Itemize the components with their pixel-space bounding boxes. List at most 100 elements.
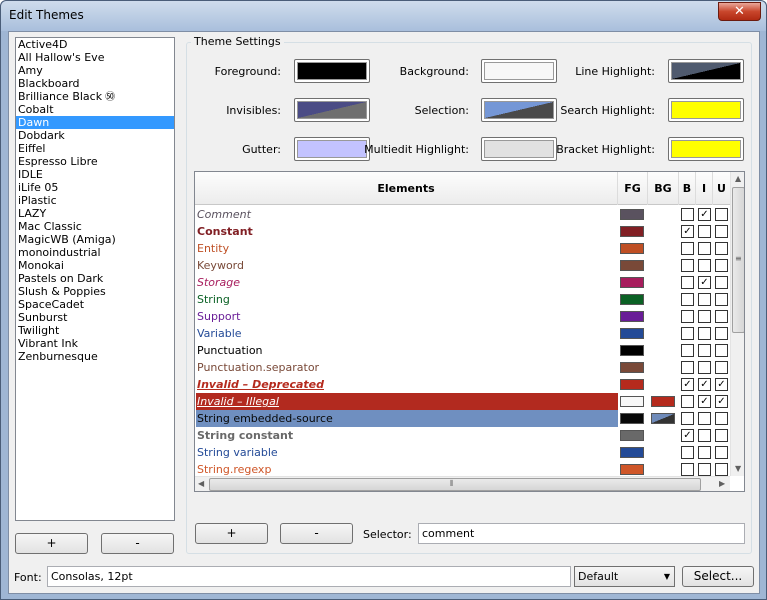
underline-checkbox[interactable]: ✓ (715, 395, 728, 408)
header-fg[interactable]: FG (618, 172, 648, 205)
fg-color-swatch[interactable] (620, 430, 644, 441)
horizontal-scroll-thumb[interactable]: ⦀ (209, 478, 701, 491)
table-row[interactable]: Invalid – Illegal ✓ ✓ (195, 393, 730, 410)
table-row[interactable]: Keyword (195, 257, 730, 274)
table-row[interactable]: Constant ✓ (195, 223, 730, 240)
bold-checkbox[interactable] (681, 327, 694, 340)
fg-color-swatch[interactable] (620, 226, 644, 237)
header-underline[interactable]: U (713, 172, 730, 205)
fg-color-swatch[interactable] (620, 209, 644, 220)
underline-checkbox[interactable] (715, 344, 728, 357)
theme-item[interactable]: Pastels on Dark (16, 272, 174, 285)
header-bg[interactable]: BG (648, 172, 679, 205)
selector-input[interactable]: comment (418, 523, 745, 544)
underline-checkbox[interactable]: ✓ (715, 378, 728, 391)
fg-color-swatch[interactable] (620, 413, 644, 424)
theme-item[interactable]: Twilight (16, 324, 174, 337)
underline-checkbox[interactable] (715, 327, 728, 340)
table-row[interactable]: Punctuation.separator (195, 359, 730, 376)
bold-checkbox[interactable] (681, 412, 694, 425)
underline-checkbox[interactable] (715, 276, 728, 289)
underline-checkbox[interactable] (715, 310, 728, 323)
table-row[interactable]: String constant ✓ (195, 427, 730, 444)
fg-color-swatch[interactable] (620, 328, 644, 339)
theme-item[interactable]: Slush & Poppies (16, 285, 174, 298)
italic-checkbox[interactable] (698, 327, 711, 340)
italic-checkbox[interactable] (698, 361, 711, 374)
italic-checkbox[interactable] (698, 293, 711, 306)
fg-color-swatch[interactable] (620, 447, 644, 458)
italic-checkbox[interactable]: ✓ (698, 276, 711, 289)
table-row[interactable]: Invalid – Deprecated ✓ ✓ ✓ (195, 376, 730, 393)
theme-item[interactable]: LAZY (16, 207, 174, 220)
fg-color-swatch[interactable] (620, 311, 644, 322)
add-element-button[interactable]: + (195, 523, 268, 544)
italic-checkbox[interactable]: ✓ (698, 395, 711, 408)
line-highlight-swatch[interactable] (668, 59, 744, 83)
bold-checkbox[interactable] (681, 310, 694, 323)
underline-checkbox[interactable] (715, 412, 728, 425)
underline-checkbox[interactable] (715, 242, 728, 255)
bold-checkbox[interactable] (681, 208, 694, 221)
close-button[interactable]: ✕ (718, 2, 761, 21)
underline-checkbox[interactable] (715, 361, 728, 374)
italic-checkbox[interactable] (698, 310, 711, 323)
theme-item[interactable]: Vibrant Ink (16, 337, 174, 350)
theme-item[interactable]: MagicWB (Amiga) (16, 233, 174, 246)
fg-color-swatch[interactable] (620, 379, 644, 390)
bold-checkbox[interactable] (681, 344, 694, 357)
theme-item[interactable]: Dawn (16, 116, 174, 129)
underline-checkbox[interactable] (715, 446, 728, 459)
underline-checkbox[interactable] (715, 208, 728, 221)
theme-item[interactable]: Zenburnesque (16, 350, 174, 363)
fg-color-swatch[interactable] (620, 396, 644, 407)
header-elements[interactable]: Elements (195, 172, 618, 205)
theme-item[interactable]: iPlastic (16, 194, 174, 207)
bold-checkbox[interactable] (681, 259, 694, 272)
italic-checkbox[interactable] (698, 242, 711, 255)
header-bold[interactable]: B (679, 172, 696, 205)
italic-checkbox[interactable]: ✓ (698, 378, 711, 391)
bold-checkbox[interactable] (681, 395, 694, 408)
table-row[interactable]: Entity (195, 240, 730, 257)
table-row[interactable]: Punctuation (195, 342, 730, 359)
theme-item[interactable]: iLife 05 (16, 181, 174, 194)
table-row[interactable]: String embedded-source (195, 410, 730, 427)
italic-checkbox[interactable] (698, 429, 711, 442)
font-input[interactable]: Consolas, 12pt (47, 566, 571, 587)
bold-checkbox[interactable] (681, 293, 694, 306)
scroll-down-icon[interactable]: ▼ (735, 464, 741, 473)
remove-theme-button[interactable]: - (101, 533, 174, 554)
bold-checkbox[interactable] (681, 276, 694, 289)
fg-color-swatch[interactable] (620, 243, 644, 254)
add-theme-button[interactable]: + (15, 533, 88, 554)
italic-checkbox[interactable]: ✓ (698, 208, 711, 221)
table-row[interactable]: Storage ✓ (195, 274, 730, 291)
theme-item[interactable]: Active4D (16, 38, 174, 51)
theme-item[interactable]: Blackboard (16, 77, 174, 90)
search-highlight-swatch[interactable] (668, 98, 744, 122)
theme-item[interactable]: All Hallow's Eve (16, 51, 174, 64)
theme-item[interactable]: SpaceCadet (16, 298, 174, 311)
underline-checkbox[interactable] (715, 259, 728, 272)
table-row[interactable]: Support (195, 308, 730, 325)
horizontal-scrollbar[interactable]: ◀ ⦀ ▶ (195, 476, 730, 491)
theme-item[interactable]: Brilliance Black ㊿ (16, 90, 174, 103)
underline-checkbox[interactable] (715, 463, 728, 476)
bold-checkbox[interactable]: ✓ (681, 429, 694, 442)
fg-color-swatch[interactable] (620, 464, 644, 475)
italic-checkbox[interactable] (698, 412, 711, 425)
theme-item[interactable]: Sunburst (16, 311, 174, 324)
vertical-scrollbar[interactable]: ▲ ≡ ▼ (730, 172, 744, 476)
theme-item[interactable]: monoindustrial (16, 246, 174, 259)
italic-checkbox[interactable] (698, 446, 711, 459)
bg-color-swatch[interactable] (651, 396, 675, 407)
bold-checkbox[interactable] (681, 463, 694, 476)
table-row[interactable]: String (195, 291, 730, 308)
theme-item[interactable]: Dobdark (16, 129, 174, 142)
header-italic[interactable]: I (696, 172, 713, 205)
underline-checkbox[interactable] (715, 225, 728, 238)
vertical-scroll-thumb[interactable]: ≡ (732, 187, 744, 333)
fg-color-swatch[interactable] (620, 345, 644, 356)
fg-color-swatch[interactable] (620, 362, 644, 373)
